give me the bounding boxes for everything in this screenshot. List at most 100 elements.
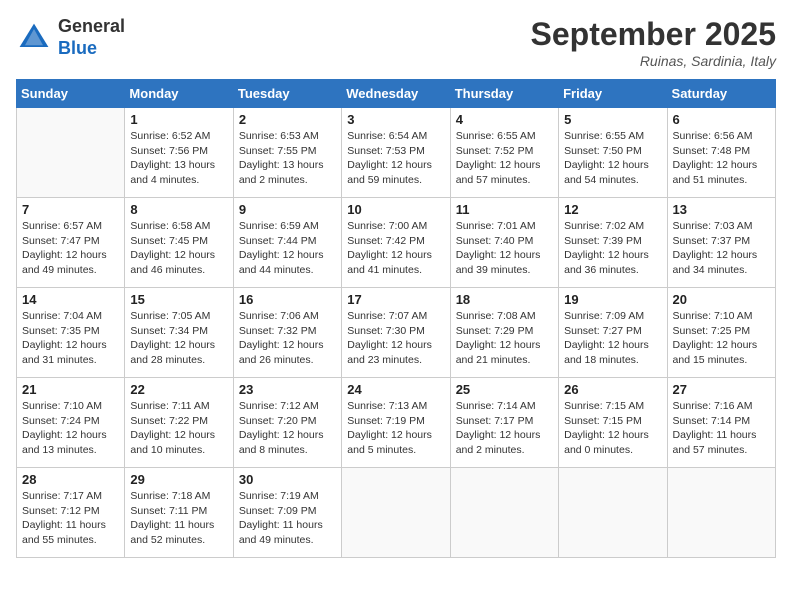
day-info: Sunrise: 7:14 AMSunset: 7:17 PMDaylight:… xyxy=(456,399,553,458)
day-info: Sunrise: 6:55 AMSunset: 7:50 PMDaylight:… xyxy=(564,129,661,188)
day-number: 23 xyxy=(239,382,336,397)
day-number: 28 xyxy=(22,472,119,487)
day-info: Sunrise: 7:16 AMSunset: 7:14 PMDaylight:… xyxy=(673,399,770,458)
page-header: General Blue September 2025 Ruinas, Sard… xyxy=(16,16,776,69)
day-info: Sunrise: 7:19 AMSunset: 7:09 PMDaylight:… xyxy=(239,489,336,548)
week-row-5: 28 Sunrise: 7:17 AMSunset: 7:12 PMDayligh… xyxy=(17,468,776,558)
calendar-cell xyxy=(342,468,450,558)
week-row-3: 14 Sunrise: 7:04 AMSunset: 7:35 PMDayligh… xyxy=(17,288,776,378)
day-number: 4 xyxy=(456,112,553,127)
day-number: 9 xyxy=(239,202,336,217)
day-number: 6 xyxy=(673,112,770,127)
calendar-cell: 16 Sunrise: 7:06 AMSunset: 7:32 PMDayligh… xyxy=(233,288,341,378)
calendar-cell: 12Sunrise: 7:02 AMSunset: 7:39 PMDayligh… xyxy=(559,198,667,288)
day-info: Sunrise: 7:03 AMSunset: 7:37 PMDaylight:… xyxy=(673,219,770,278)
day-number: 16 xyxy=(239,292,336,307)
day-number: 19 xyxy=(564,292,661,307)
calendar-cell: 27Sunrise: 7:16 AMSunset: 7:14 PMDayligh… xyxy=(667,378,775,468)
calendar-cell: 4 Sunrise: 6:55 AMSunset: 7:52 PMDaylight… xyxy=(450,108,558,198)
calendar-cell xyxy=(667,468,775,558)
day-header-thursday: Thursday xyxy=(450,80,558,108)
day-info: Sunrise: 7:13 AMSunset: 7:19 PMDaylight:… xyxy=(347,399,444,458)
day-number: 20 xyxy=(673,292,770,307)
day-number: 5 xyxy=(564,112,661,127)
week-row-2: 7 Sunrise: 6:57 AMSunset: 7:47 PMDaylight… xyxy=(17,198,776,288)
calendar-cell: 30 Sunrise: 7:19 AMSunset: 7:09 PMDayligh… xyxy=(233,468,341,558)
calendar-cell: 25 Sunrise: 7:14 AMSunset: 7:17 PMDayligh… xyxy=(450,378,558,468)
calendar-cell: 15Sunrise: 7:05 AMSunset: 7:34 PMDayligh… xyxy=(125,288,233,378)
day-info: Sunrise: 7:17 AMSunset: 7:12 PMDaylight:… xyxy=(22,489,119,548)
day-number: 26 xyxy=(564,382,661,397)
day-header-sunday: Sunday xyxy=(17,80,125,108)
day-header-monday: Monday xyxy=(125,80,233,108)
day-info: Sunrise: 7:04 AMSunset: 7:35 PMDaylight:… xyxy=(22,309,119,368)
day-number: 21 xyxy=(22,382,119,397)
calendar-cell: 2 Sunrise: 6:53 AMSunset: 7:55 PMDaylight… xyxy=(233,108,341,198)
calendar-cell: 8Sunrise: 6:58 AMSunset: 7:45 PMDaylight… xyxy=(125,198,233,288)
day-number: 24 xyxy=(347,382,444,397)
month-title: September 2025 xyxy=(531,16,776,53)
day-number: 3 xyxy=(347,112,444,127)
day-info: Sunrise: 6:59 AMSunset: 7:44 PMDaylight:… xyxy=(239,219,336,278)
day-info: Sunrise: 7:10 AMSunset: 7:25 PMDaylight:… xyxy=(673,309,770,368)
day-number: 2 xyxy=(239,112,336,127)
week-row-4: 21Sunrise: 7:10 AMSunset: 7:24 PMDayligh… xyxy=(17,378,776,468)
day-info: Sunrise: 6:52 AMSunset: 7:56 PMDaylight:… xyxy=(130,129,227,188)
day-number: 7 xyxy=(22,202,119,217)
day-info: Sunrise: 6:57 AMSunset: 7:47 PMDaylight:… xyxy=(22,219,119,278)
logo-icon xyxy=(16,20,52,56)
day-info: Sunrise: 7:15 AMSunset: 7:15 PMDaylight:… xyxy=(564,399,661,458)
logo: General Blue xyxy=(16,16,125,59)
day-header-wednesday: Wednesday xyxy=(342,80,450,108)
day-number: 30 xyxy=(239,472,336,487)
day-number: 17 xyxy=(347,292,444,307)
day-info: Sunrise: 7:05 AMSunset: 7:34 PMDaylight:… xyxy=(130,309,227,368)
day-header-tuesday: Tuesday xyxy=(233,80,341,108)
location: Ruinas, Sardinia, Italy xyxy=(531,53,776,69)
calendar-cell xyxy=(450,468,558,558)
day-number: 10 xyxy=(347,202,444,217)
day-info: Sunrise: 7:07 AMSunset: 7:30 PMDaylight:… xyxy=(347,309,444,368)
day-number: 1 xyxy=(130,112,227,127)
day-number: 8 xyxy=(130,202,227,217)
day-info: Sunrise: 6:55 AMSunset: 7:52 PMDaylight:… xyxy=(456,129,553,188)
calendar-cell: 10Sunrise: 7:00 AMSunset: 7:42 PMDayligh… xyxy=(342,198,450,288)
calendar-cell: 5 Sunrise: 6:55 AMSunset: 7:50 PMDaylight… xyxy=(559,108,667,198)
calendar-cell: 24 Sunrise: 7:13 AMSunset: 7:19 PMDayligh… xyxy=(342,378,450,468)
week-row-1: 1 Sunrise: 6:52 AMSunset: 7:56 PMDaylight… xyxy=(17,108,776,198)
calendar-cell: 22 Sunrise: 7:11 AMSunset: 7:22 PMDayligh… xyxy=(125,378,233,468)
day-info: Sunrise: 6:53 AMSunset: 7:55 PMDaylight:… xyxy=(239,129,336,188)
calendar-cell: 23 Sunrise: 7:12 AMSunset: 7:20 PMDayligh… xyxy=(233,378,341,468)
day-number: 14 xyxy=(22,292,119,307)
day-info: Sunrise: 7:01 AMSunset: 7:40 PMDaylight:… xyxy=(456,219,553,278)
days-header-row: SundayMondayTuesdayWednesdayThursdayFrid… xyxy=(17,80,776,108)
title-block: September 2025 Ruinas, Sardinia, Italy xyxy=(531,16,776,69)
logo-text: General Blue xyxy=(58,16,125,59)
calendar-cell: 18 Sunrise: 7:08 AMSunset: 7:29 PMDayligh… xyxy=(450,288,558,378)
calendar-cell: 17 Sunrise: 7:07 AMSunset: 7:30 PMDayligh… xyxy=(342,288,450,378)
day-info: Sunrise: 7:18 AMSunset: 7:11 PMDaylight:… xyxy=(130,489,227,548)
day-info: Sunrise: 6:56 AMSunset: 7:48 PMDaylight:… xyxy=(673,129,770,188)
calendar-cell: 9 Sunrise: 6:59 AMSunset: 7:44 PMDaylight… xyxy=(233,198,341,288)
day-info: Sunrise: 7:06 AMSunset: 7:32 PMDaylight:… xyxy=(239,309,336,368)
day-number: 29 xyxy=(130,472,227,487)
calendar-cell: 6 Sunrise: 6:56 AMSunset: 7:48 PMDaylight… xyxy=(667,108,775,198)
day-number: 25 xyxy=(456,382,553,397)
day-header-friday: Friday xyxy=(559,80,667,108)
day-info: Sunrise: 7:11 AMSunset: 7:22 PMDaylight:… xyxy=(130,399,227,458)
day-number: 12 xyxy=(564,202,661,217)
calendar-cell: 28 Sunrise: 7:17 AMSunset: 7:12 PMDayligh… xyxy=(17,468,125,558)
calendar-cell: 19 Sunrise: 7:09 AMSunset: 7:27 PMDayligh… xyxy=(559,288,667,378)
day-number: 13 xyxy=(673,202,770,217)
day-info: Sunrise: 7:09 AMSunset: 7:27 PMDaylight:… xyxy=(564,309,661,368)
day-header-saturday: Saturday xyxy=(667,80,775,108)
calendar-cell: 3Sunrise: 6:54 AMSunset: 7:53 PMDaylight… xyxy=(342,108,450,198)
day-number: 11 xyxy=(456,202,553,217)
day-info: Sunrise: 7:08 AMSunset: 7:29 PMDaylight:… xyxy=(456,309,553,368)
calendar-table: SundayMondayTuesdayWednesdayThursdayFrid… xyxy=(16,79,776,558)
day-info: Sunrise: 7:12 AMSunset: 7:20 PMDaylight:… xyxy=(239,399,336,458)
day-number: 18 xyxy=(456,292,553,307)
day-number: 22 xyxy=(130,382,227,397)
calendar-cell: 1 Sunrise: 6:52 AMSunset: 7:56 PMDaylight… xyxy=(125,108,233,198)
calendar-cell: 20 Sunrise: 7:10 AMSunset: 7:25 PMDayligh… xyxy=(667,288,775,378)
